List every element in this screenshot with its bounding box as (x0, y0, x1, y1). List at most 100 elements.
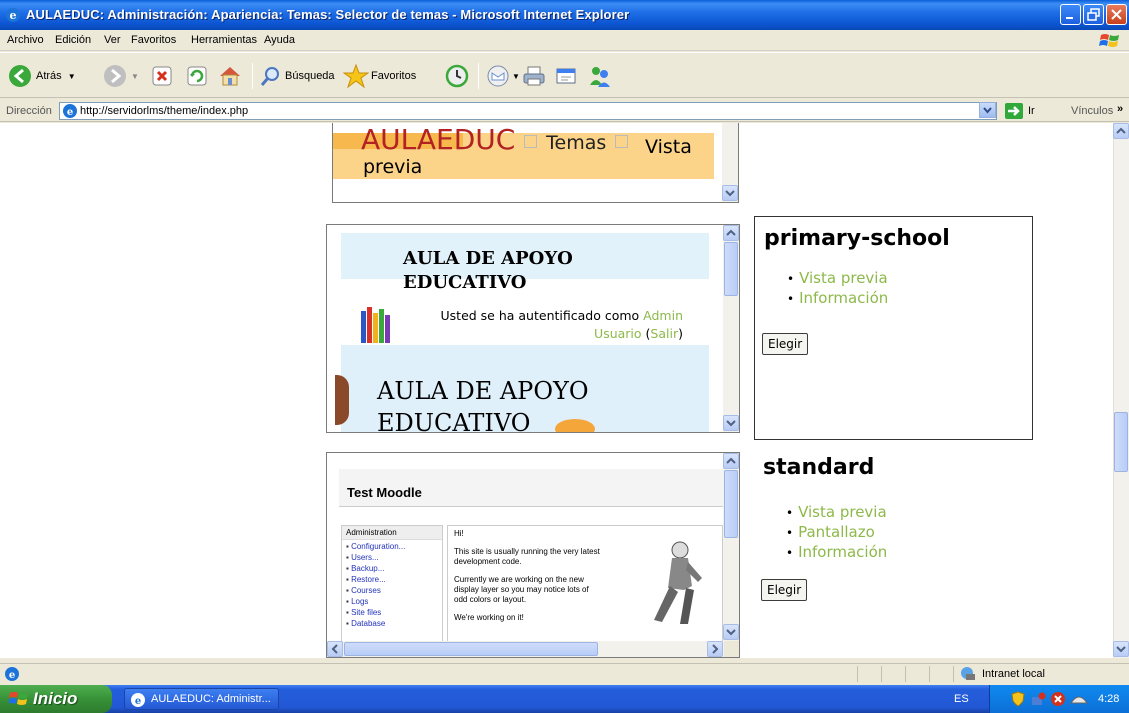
search-icon (260, 67, 279, 86)
vista-previa-link[interactable]: Vista previa (787, 269, 888, 289)
scroll-right-button[interactable] (707, 641, 723, 657)
chevron-down-icon (1116, 646, 1126, 653)
minimize-icon (1066, 17, 1073, 19)
mail-icon (487, 65, 509, 87)
ie-icon: e (131, 693, 145, 707)
admin-block-title: Administration (342, 526, 442, 540)
menu-archivo[interactable]: Archivo (7, 34, 44, 46)
links-label[interactable]: Vínculos (1071, 105, 1113, 117)
chevron-up-icon (726, 457, 736, 464)
scroll-left-button[interactable] (327, 641, 343, 657)
forward-button[interactable]: ▼ (103, 63, 139, 89)
connection-icon[interactable] (1070, 691, 1088, 707)
go-label[interactable]: Ir (1028, 105, 1035, 117)
windows-logo-icon (1099, 34, 1119, 47)
page-icon: e (63, 104, 77, 118)
go-arrow-icon (1008, 106, 1020, 116)
mail-button[interactable]: ▼ (486, 63, 520, 89)
history-icon (445, 64, 469, 88)
edit-button[interactable] (555, 63, 579, 89)
theme-preview-primary-school: AULA DE APOYO EDUCATIVO Usted se ha aute… (326, 224, 740, 433)
address-dropdown-button[interactable] (979, 102, 996, 118)
main-block: Hi! This site is usually running the ver… (447, 525, 723, 655)
address-url: http://servidorlms/theme/index.php (80, 105, 249, 117)
vista-previa-link[interactable]: Vista previa (786, 503, 887, 523)
messenger-button[interactable] (588, 63, 612, 89)
admin-item[interactable]: ▪ Database (346, 618, 438, 629)
back-button[interactable]: Atrás ▼ (8, 63, 76, 89)
scroll-up-button[interactable] (723, 225, 739, 241)
back-arrow-icon (9, 65, 31, 87)
print-button[interactable] (522, 63, 546, 89)
security-zone-label: Intranet local (982, 668, 1045, 680)
history-button[interactable] (445, 63, 469, 89)
address-input[interactable]: e http://servidorlms/theme/index.php (59, 102, 997, 120)
window-title: AULAEDUC: Administración: Apariencia: Te… (26, 7, 630, 22)
svg-text:e: e (67, 107, 73, 118)
svg-text:e: e (10, 9, 17, 22)
logged-in-text: Usted se ha autentificado como (440, 308, 640, 323)
scrollbar-thumb[interactable] (724, 242, 738, 296)
admin-item[interactable]: ▪ Backup... (346, 563, 438, 574)
chevron-down-icon (726, 420, 736, 427)
theme-preview-top: AULAEDUC Temas Vista previa (332, 123, 739, 203)
start-button[interactable]: Inicio (0, 685, 112, 713)
language-indicator[interactable]: ES (954, 693, 969, 705)
page-scroll-up-button[interactable] (1113, 123, 1129, 139)
menu-favoritos[interactable]: Favoritos (131, 34, 176, 46)
menu-edicion[interactable]: Edición (55, 34, 91, 46)
informacion-link[interactable]: Información (787, 289, 888, 309)
admin-item[interactable]: ▪ Configuration... (346, 541, 438, 552)
stop-button[interactable] (151, 63, 173, 89)
scrollbar-thumb[interactable] (344, 642, 598, 656)
security-alert-icon[interactable] (1050, 691, 1066, 707)
theme-name: standard (763, 455, 875, 480)
shield-icon[interactable] (1010, 691, 1026, 707)
scroll-down-button[interactable] (722, 185, 738, 201)
separator-box-icon (615, 134, 629, 148)
chevron-down-icon (726, 629, 736, 636)
chevron-down-icon (725, 190, 735, 197)
scroll-up-button[interactable] (723, 453, 739, 469)
pantallazo-link[interactable]: Pantallazo (786, 523, 887, 543)
address-bar: Dirección e http://servidorlms/theme/ind… (0, 100, 1129, 122)
admin-item[interactable]: ▪ Users... (346, 552, 438, 563)
scroll-down-button[interactable] (723, 624, 739, 640)
chevron-up-icon (1116, 127, 1126, 134)
primary-banner-text: AULA DE APOYO EDUCATIVO (377, 377, 589, 433)
informacion-link[interactable]: Información (786, 543, 887, 563)
search-button[interactable]: Búsqueda (260, 63, 335, 89)
elegir-button[interactable]: Elegir (761, 579, 808, 601)
standard-site-title: Test Moodle (347, 485, 422, 500)
scrollbar-thumb[interactable] (724, 470, 738, 538)
admin-item[interactable]: ▪ Logs (346, 596, 438, 607)
system-tray: 4:28 (989, 685, 1129, 713)
separator-box-icon (524, 134, 538, 148)
admin-item[interactable]: ▪ Site files (346, 607, 438, 618)
menu-ver[interactable]: Ver (104, 34, 121, 46)
network-icon[interactable] (1030, 691, 1046, 707)
primary-header-title: AULA DE APOYO EDUCATIVO (403, 248, 573, 293)
go-button[interactable] (1005, 103, 1023, 119)
refresh-button[interactable] (186, 63, 208, 89)
menu-ayuda[interactable]: Ayuda (264, 34, 295, 46)
maximize-button[interactable] (1083, 4, 1104, 25)
edit-icon (556, 68, 576, 84)
taskbar-item-ie[interactable]: e AULAEDUC: Administr... (124, 688, 279, 710)
menu-herramientas[interactable]: Herramientas (191, 34, 257, 46)
chevron-right-icon[interactable]: » (1117, 103, 1123, 115)
chevron-right-icon (712, 644, 719, 654)
favorites-button[interactable]: Favoritos (343, 63, 416, 89)
logout-link[interactable]: Salir (650, 326, 678, 341)
admin-item[interactable]: ▪ Courses (346, 585, 438, 596)
admin-item[interactable]: ▪ Restore... (346, 574, 438, 585)
page-scroll-down-button[interactable] (1113, 641, 1129, 657)
horizontal-scrollbar (327, 641, 724, 657)
elegir-button[interactable]: Elegir (762, 333, 809, 355)
svg-text:e: e (9, 670, 15, 681)
scroll-down-button[interactable] (723, 415, 739, 431)
page-scrollbar-thumb[interactable] (1114, 412, 1128, 472)
close-button[interactable] (1106, 4, 1127, 25)
home-button[interactable] (218, 63, 242, 89)
minimize-button[interactable] (1060, 4, 1081, 25)
